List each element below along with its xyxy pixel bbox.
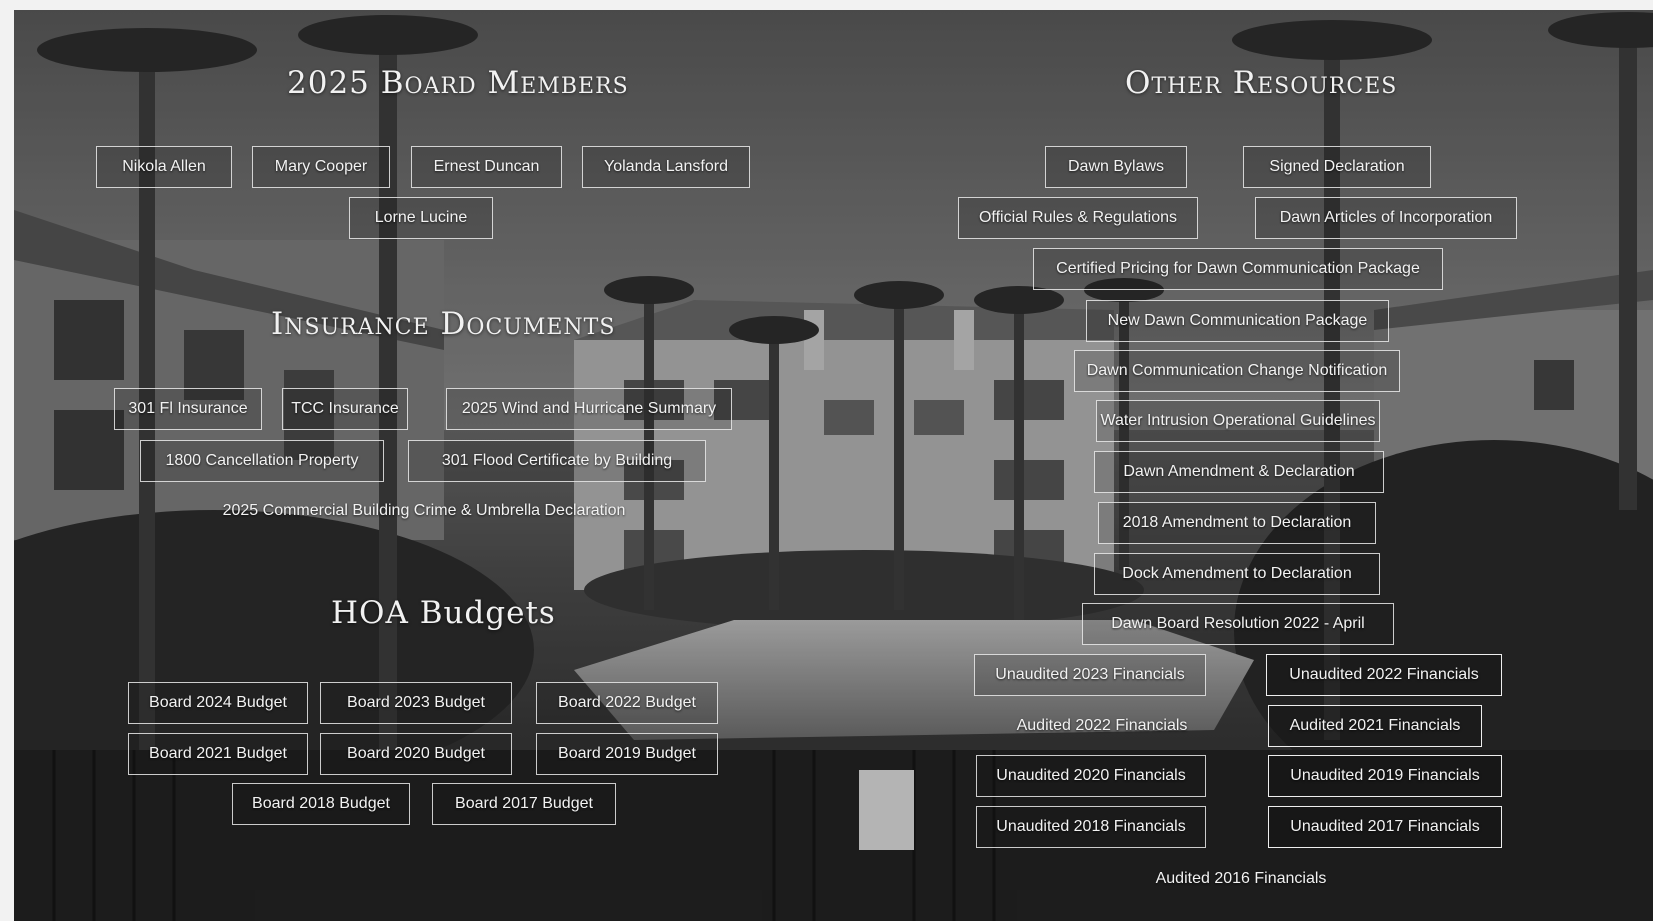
budget-button[interactable]: Board 2024 Budget: [128, 682, 308, 724]
hoa-budgets-title: HOA Budgets: [331, 595, 556, 631]
resource-button[interactable]: Signed Declaration: [1243, 146, 1431, 188]
financial-report-button[interactable]: Unaudited 2017 Financials: [1268, 806, 1502, 848]
resource-button[interactable]: 2018 Amendment to Declaration: [1098, 502, 1376, 544]
resource-button[interactable]: Water Intrusion Operational Guidelines: [1096, 400, 1380, 442]
budget-button[interactable]: Board 2019 Budget: [536, 733, 718, 775]
insurance-documents-title: Insurance Documents: [271, 306, 616, 342]
financial-report-button[interactable]: Unaudited 2022 Financials: [1266, 654, 1502, 696]
financial-report-button[interactable]: Unaudited 2019 Financials: [1268, 755, 1502, 797]
resource-button[interactable]: Dawn Articles of Incorporation: [1255, 197, 1517, 239]
financial-report-link[interactable]: Audited 2022 Financials: [998, 705, 1206, 747]
board-member-button[interactable]: Yolanda Lansford: [582, 146, 750, 188]
board-members-title: 2025 Board Members: [287, 65, 629, 101]
budget-button[interactable]: Board 2022 Budget: [536, 682, 718, 724]
budget-button[interactable]: Board 2023 Budget: [320, 682, 512, 724]
resource-button[interactable]: Official Rules & Regulations: [958, 197, 1198, 239]
resource-button[interactable]: Dawn Amendment & Declaration: [1094, 451, 1384, 493]
other-resources-title: Other Resources: [1125, 65, 1398, 101]
insurance-document-button[interactable]: 1800 Cancellation Property: [140, 440, 384, 482]
insurance-document-button[interactable]: 301 Fl Insurance: [114, 388, 262, 430]
insurance-document-button[interactable]: 2025 Wind and Hurricane Summary: [446, 388, 732, 430]
financial-report-button[interactable]: Unaudited 2018 Financials: [976, 806, 1206, 848]
financial-report-button[interactable]: Unaudited 2020 Financials: [976, 755, 1206, 797]
budget-button[interactable]: Board 2021 Budget: [128, 733, 308, 775]
resource-button[interactable]: Dock Amendment to Declaration: [1094, 553, 1380, 595]
insurance-document-button[interactable]: TCC Insurance: [282, 388, 408, 430]
resource-button[interactable]: Certified Pricing for Dawn Communication…: [1033, 248, 1443, 290]
board-member-button[interactable]: Ernest Duncan: [411, 146, 562, 188]
insurance-document-button[interactable]: 301 Flood Certificate by Building: [408, 440, 706, 482]
board-member-button[interactable]: Lorne Lucine: [349, 197, 493, 239]
resource-button[interactable]: Dawn Board Resolution 2022 - April: [1082, 603, 1394, 645]
budget-button[interactable]: Board 2017 Budget: [432, 783, 616, 825]
budget-button[interactable]: Board 2018 Budget: [232, 783, 410, 825]
financial-report-link[interactable]: Audited 2016 Financials: [1130, 858, 1352, 900]
resource-button[interactable]: Dawn Bylaws: [1045, 146, 1187, 188]
board-member-button[interactable]: Mary Cooper: [252, 146, 390, 188]
board-member-button[interactable]: Nikola Allen: [96, 146, 232, 188]
financial-report-button[interactable]: Audited 2021 Financials: [1268, 705, 1482, 747]
hero-background: 2025 Board Members Nikola Allen Mary Coo…: [14, 10, 1653, 921]
insurance-document-link[interactable]: 2025 Commercial Building Crime & Umbrell…: [214, 490, 634, 532]
resource-button[interactable]: New Dawn Communication Package: [1086, 300, 1389, 342]
budget-button[interactable]: Board 2020 Budget: [320, 733, 512, 775]
resource-button[interactable]: Dawn Communication Change Notification: [1074, 350, 1400, 392]
financial-report-button[interactable]: Unaudited 2023 Financials: [974, 654, 1206, 696]
